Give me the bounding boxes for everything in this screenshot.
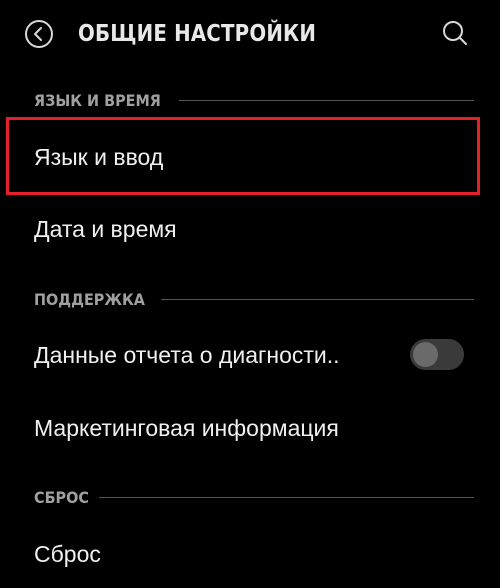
section-header-reset: СБРОС [34,487,474,507]
section-header-language-time: ЯЗЫК И ВРЕМЯ [34,90,474,110]
app-header: ОБЩИЕ НАСТРОЙКИ [0,0,500,66]
search-icon [443,21,467,45]
list-item-label: Язык и ввод [34,144,164,170]
section-title: ЯЗЫК И ВРЕМЯ [34,90,161,110]
page-title: ОБЩИЕ НАСТРОЙКИ [78,21,317,47]
list-item-label: Маркетинговая информация [34,415,339,441]
diagnostics-toggle[interactable] [410,339,464,370]
back-button[interactable] [24,19,54,49]
section-divider [178,99,474,101]
list-item-marketing[interactable]: Маркетинговая информация [0,394,500,462]
list-item-reset[interactable]: Сброс [0,520,500,588]
section-title: СБРОС [34,487,89,507]
list-item-label: Данные отчета о диагности.. [34,342,340,368]
list-item-date-time[interactable]: Дата и время [0,196,500,262]
section-divider [161,298,474,300]
back-arrow-icon [25,20,53,48]
list-item-label: Сброс [34,541,101,567]
toggle-knob [413,342,438,367]
section-divider [99,496,474,498]
list-item-language-input[interactable]: Язык и ввод [0,120,500,192]
search-button[interactable] [440,18,470,48]
section-title: ПОДДЕРЖКА [34,289,145,309]
list-item-label: Дата и время [34,216,177,242]
section-header-support: ПОДДЕРЖКА [34,289,474,309]
